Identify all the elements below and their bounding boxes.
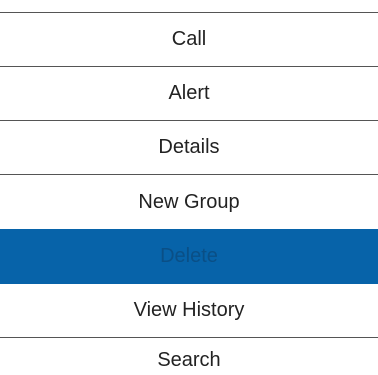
- menu-item-new-group[interactable]: New Group: [0, 175, 378, 229]
- menu-item-label: Details: [158, 136, 220, 158]
- menu-item-label: Delete: [160, 245, 218, 267]
- menu-item-search[interactable]: Search: [0, 338, 378, 375]
- menu-item-label: Alert: [168, 82, 210, 104]
- menu-item-details[interactable]: Details: [0, 121, 378, 175]
- menu-item-view-history[interactable]: View History: [0, 284, 378, 338]
- menu-item-label: Search: [157, 349, 221, 371]
- menu-item-label: View History: [133, 299, 245, 321]
- context-menu: Call Alert Details New Group Delete View…: [0, 0, 378, 375]
- menu-item-label: New Group: [138, 190, 240, 213]
- menu-item-label: Call: [171, 28, 207, 50]
- menu-item-call[interactable]: Call: [0, 13, 378, 67]
- menu-item-delete[interactable]: Delete: [0, 229, 378, 284]
- menu-item-alert[interactable]: Alert: [0, 67, 378, 121]
